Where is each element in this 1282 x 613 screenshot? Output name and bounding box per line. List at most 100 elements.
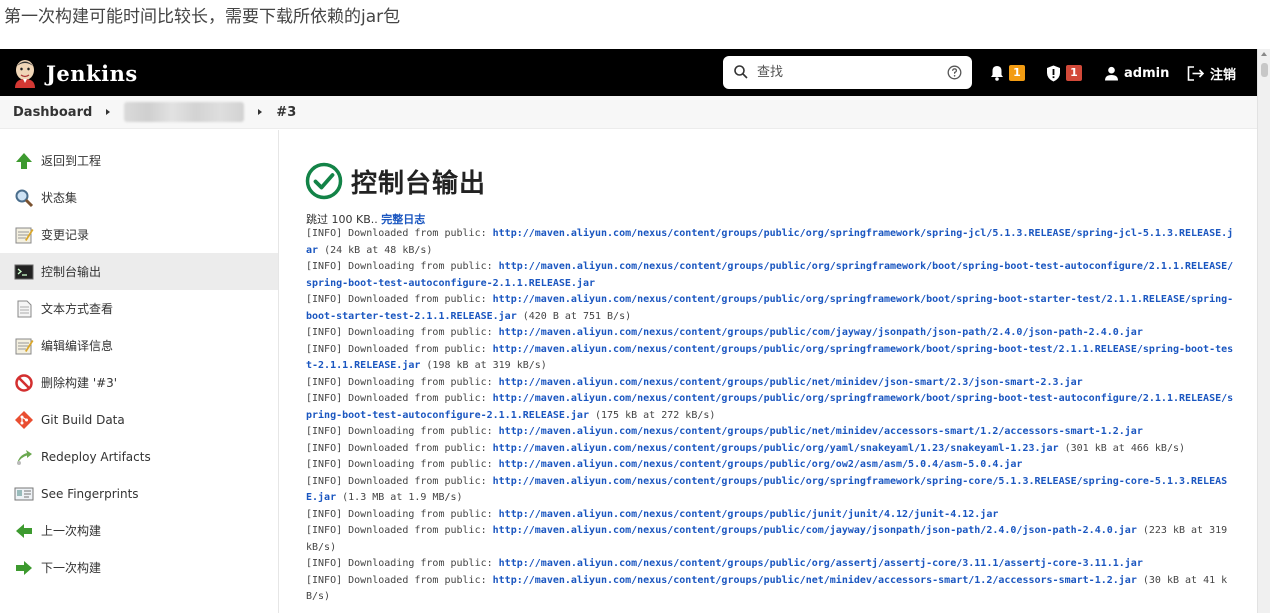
console-artifact-link[interactable]: http://maven.aliyun.com/nexus/content/gr… xyxy=(493,443,1059,454)
page-scrollbar[interactable] xyxy=(1257,49,1270,613)
left-arrow-icon xyxy=(16,523,32,538)
console-prefix: [INFO] Downloading from public: xyxy=(306,327,499,338)
console-artifact-link[interactable]: http://maven.aliyun.com/nexus/content/gr… xyxy=(493,575,1137,586)
console-line: [INFO] Downloading from public: http://m… xyxy=(306,259,1236,292)
help-icon[interactable] xyxy=(947,65,962,80)
sidebar-item-git-build-data[interactable]: Git Build Data xyxy=(0,401,278,438)
sidebar-item-label: See Fingerprints xyxy=(41,486,139,501)
console-prefix: [INFO] Downloading from public: xyxy=(306,426,499,437)
sidebar-item-edit-build-info[interactable]: 编辑编译信息 xyxy=(0,327,278,364)
sidebar-item-status[interactable]: 状态集 xyxy=(0,179,278,216)
console-suffix: (301 kB at 466 kB/s) xyxy=(1058,442,1186,454)
console-line: [INFO] Downloaded from public: http://ma… xyxy=(306,523,1236,556)
console-artifact-link[interactable]: http://maven.aliyun.com/nexus/content/gr… xyxy=(499,558,1143,569)
sidebar-item-label: 删除构建 '#3' xyxy=(41,376,118,390)
search-input[interactable] xyxy=(757,62,937,83)
console-line: [INFO] Downloading from public: http://m… xyxy=(306,325,1236,342)
sidebar-item-label: 编辑编译信息 xyxy=(41,339,114,353)
logout-icon xyxy=(1187,65,1205,81)
logout-button[interactable]: 注销 xyxy=(1187,62,1236,84)
main-content: 控制台输出 跳过 100 KB.. 完整日志 [INFO] Downloaded… xyxy=(280,130,1257,613)
sidebar-item-changes[interactable]: 变更记录 xyxy=(0,216,278,253)
console-artifact-link[interactable]: http://maven.aliyun.com/nexus/content/gr… xyxy=(499,509,999,520)
sidebar-item-redeploy-artifacts[interactable]: Redeploy Artifacts xyxy=(0,438,278,475)
console-suffix: (198 kB at 319 kB/s) xyxy=(420,360,547,371)
console-line: [INFO] Downloading from public: http://m… xyxy=(306,375,1236,392)
logout-label: 注销 xyxy=(1210,67,1237,83)
console-line: [INFO] Downloaded from public: http://ma… xyxy=(306,573,1236,606)
user-menu[interactable]: admin xyxy=(1104,62,1169,84)
console-suffix: (420 B at 751 B/s) xyxy=(516,310,632,322)
scroll-up-arrow-icon[interactable] xyxy=(1261,52,1267,56)
security-badge: 1 xyxy=(1066,65,1082,81)
sidebar-item-label: 返回到工程 xyxy=(41,154,102,168)
fingerprint-icon xyxy=(14,487,34,500)
right-arrow-icon xyxy=(16,560,32,575)
sidebar: 返回到工程 状态集 变更记录 控制台输出 文本方式查看 编辑编译信息 删除构建 … xyxy=(0,130,279,613)
security-button[interactable]: 1 xyxy=(1046,62,1082,84)
console-prefix: [INFO] Downloaded from public: xyxy=(306,525,493,536)
console-line: [INFO] Downloaded from public: http://ma… xyxy=(306,342,1236,375)
console-prefix: [INFO] Downloading from public: xyxy=(306,558,499,569)
console-line: [INFO] Downloading from public: http://m… xyxy=(306,556,1236,573)
breadcrumb: Dashboard #3 xyxy=(0,96,1257,129)
console-suffix: (24 kB at 48 kB/s) xyxy=(318,244,433,256)
sidebar-item-delete-build[interactable]: 删除构建 '#3' xyxy=(0,364,278,401)
console-prefix: [INFO] Downloaded from public: xyxy=(306,294,493,305)
skip-text: 跳过 100 KB.. xyxy=(306,213,382,226)
console-line: [INFO] Downloaded from public: http://ma… xyxy=(306,474,1236,507)
breadcrumb-dashboard[interactable]: Dashboard xyxy=(13,105,92,120)
console-prefix: [INFO] Downloading from public: xyxy=(306,261,499,272)
console-prefix: [INFO] Downloaded from public: xyxy=(306,475,493,487)
breadcrumb-separator-icon[interactable] xyxy=(106,109,111,115)
terminal-icon xyxy=(14,264,34,279)
sidebar-item-back-to-project[interactable]: 返回到工程 xyxy=(0,142,278,179)
notepad-icon xyxy=(15,227,34,243)
console-line: [INFO] Downloading from public: http://m… xyxy=(306,424,1236,441)
console-artifact-link[interactable]: http://maven.aliyun.com/nexus/content/gr… xyxy=(499,377,1083,388)
sidebar-item-label: 控制台输出 xyxy=(41,265,102,279)
console-prefix: [INFO] Downloaded from public: xyxy=(306,574,493,586)
top-header: Jenkins 1 1 admin xyxy=(0,49,1257,96)
sidebar-item-console-output[interactable]: 控制台输出 xyxy=(0,253,278,290)
breadcrumb-job-redacted[interactable] xyxy=(124,102,245,122)
console-artifact-link[interactable]: http://maven.aliyun.com/nexus/content/gr… xyxy=(493,525,1137,536)
console-line: [INFO] Downloaded from public: http://ma… xyxy=(306,226,1236,259)
sidebar-item-plain-text[interactable]: 文本方式查看 xyxy=(0,290,278,327)
console-prefix: [INFO] Downloaded from public: xyxy=(306,442,493,454)
console-line: [INFO] Downloaded from public: http://ma… xyxy=(306,441,1236,458)
console-artifact-link[interactable]: http://maven.aliyun.com/nexus/content/gr… xyxy=(499,426,1143,437)
sidebar-item-label: 下一次构建 xyxy=(41,561,102,575)
user-name: admin xyxy=(1124,65,1170,81)
sidebar-item-previous-build[interactable]: 上一次构建 xyxy=(0,512,278,549)
page-caption: 第一次构建可能时间比较长，需要下载所依赖的jar包 xyxy=(4,7,401,27)
console-prefix: [INFO] Downloaded from public: xyxy=(306,343,493,355)
console-prefix: [INFO] Downloaded from public: xyxy=(306,393,493,404)
brand-name: Jenkins xyxy=(46,60,138,86)
page-heading: 控制台输出 xyxy=(305,162,486,200)
sidebar-item-next-build[interactable]: 下一次构建 xyxy=(0,549,278,586)
search-icon xyxy=(734,65,748,79)
console-artifact-link[interactable]: http://maven.aliyun.com/nexus/content/gr… xyxy=(499,327,1143,338)
sidebar-item-label: 状态集 xyxy=(41,191,78,205)
breadcrumb-separator-icon[interactable] xyxy=(258,109,263,115)
full-log-link[interactable]: 完整日志 xyxy=(381,213,425,226)
scrollbar-thumb[interactable] xyxy=(1261,63,1268,77)
console-artifact-link[interactable]: http://maven.aliyun.com/nexus/content/gr… xyxy=(499,459,1023,470)
user-icon xyxy=(1105,66,1118,80)
notifications-button[interactable]: 1 xyxy=(990,62,1025,84)
magnifier-icon xyxy=(15,189,34,207)
console-prefix: [INFO] Downloading from public: xyxy=(306,376,499,388)
jenkins-logo-link[interactable]: Jenkins xyxy=(12,57,138,89)
console-suffix: (175 kB at 272 kB/s) xyxy=(588,409,716,421)
console-suffix: (1.3 MB at 1.9 MB/s) xyxy=(336,492,463,503)
page-title: 控制台输出 xyxy=(351,168,487,199)
redeploy-icon xyxy=(17,449,32,465)
breadcrumb-build[interactable]: #3 xyxy=(276,105,296,120)
sidebar-item-see-fingerprints[interactable]: See Fingerprints xyxy=(0,475,278,512)
skip-notice: 跳过 100 KB.. 完整日志 xyxy=(306,211,425,227)
jenkins-butler-icon xyxy=(15,60,35,88)
sidebar-item-label: Git Build Data xyxy=(41,412,125,427)
console-line: [INFO] Downloading from public: http://m… xyxy=(306,507,1236,524)
search-box xyxy=(723,56,972,89)
